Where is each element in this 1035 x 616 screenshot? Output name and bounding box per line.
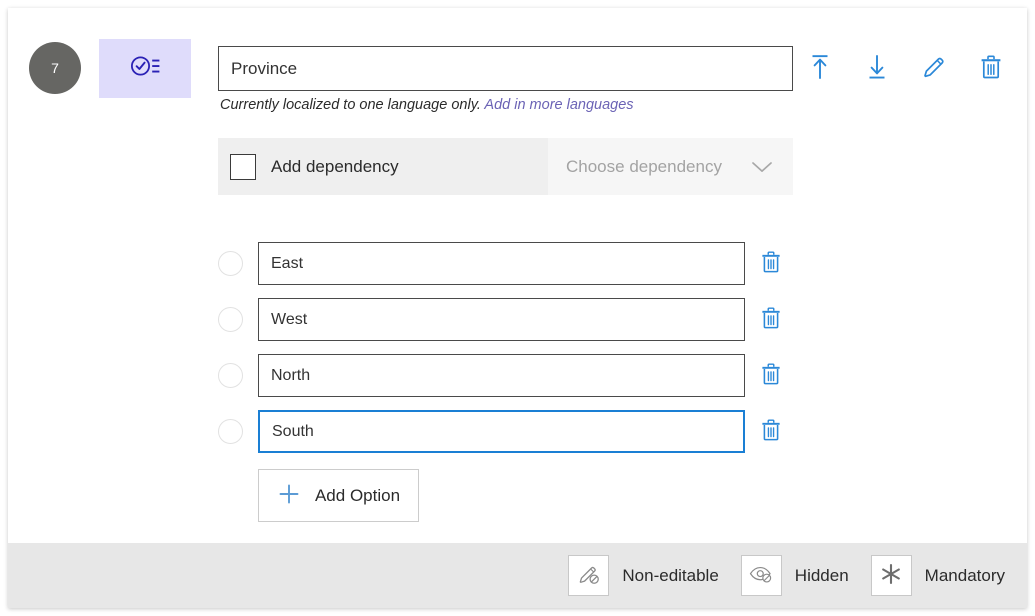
plus-icon: [277, 482, 301, 509]
mandatory-label: Mandatory: [924, 565, 1005, 585]
mandatory-button[interactable]: [870, 555, 912, 596]
non-editable-label: Non-editable: [622, 565, 719, 585]
delete-option-button[interactable]: [758, 417, 784, 447]
trash-icon: [760, 418, 782, 445]
eye-slash-icon: [749, 564, 773, 587]
localization-note-text: Currently localized to one language only…: [220, 97, 481, 113]
choose-dependency-placeholder: Choose dependency: [566, 156, 722, 176]
single-select-list-icon: [130, 55, 160, 82]
trash-icon: [760, 250, 782, 277]
field-actions-toolbar: [803, 50, 1008, 86]
add-languages-link[interactable]: Add in more languages: [484, 97, 633, 113]
option-radio[interactable]: [218, 419, 243, 444]
move-down-icon: [866, 53, 888, 84]
field-type-tile[interactable]: [99, 39, 191, 98]
non-editable-button[interactable]: [568, 555, 610, 596]
card-body: 7 Currently localized to one: [8, 8, 1027, 543]
option-row: [218, 242, 793, 285]
delete-option-button[interactable]: [758, 361, 784, 391]
option-row: [218, 354, 793, 397]
page-root: 7 Currently localized to one: [0, 0, 1035, 616]
add-option-label: Add Option: [314, 485, 401, 505]
option-radio[interactable]: [218, 251, 243, 276]
field-flags-footer: Non-editable Hidden Mandatory: [8, 543, 1027, 608]
add-dependency-checkbox[interactable]: [230, 153, 256, 180]
option-value-input[interactable]: [258, 298, 745, 341]
option-row: [218, 410, 793, 453]
add-option-button[interactable]: Add Option: [258, 469, 419, 522]
asterisk-icon: [879, 562, 903, 589]
hidden-label: Hidden: [794, 565, 849, 585]
delete-field-button[interactable]: [974, 51, 1008, 85]
option-value-input[interactable]: [258, 242, 745, 285]
options-list: [218, 242, 793, 466]
field-title-input[interactable]: [218, 46, 793, 91]
hidden-flag[interactable]: Hidden: [740, 555, 849, 596]
trash-icon: [760, 362, 782, 389]
edit-field-button[interactable]: [917, 51, 951, 85]
move-to-top-icon: [809, 53, 831, 84]
delete-trash-icon: [979, 54, 1003, 83]
option-radio[interactable]: [218, 307, 243, 332]
move-to-top-button[interactable]: [803, 51, 837, 85]
option-radio[interactable]: [218, 363, 243, 388]
field-order-number: 7: [51, 60, 59, 76]
field-editor-card: 7 Currently localized to one: [8, 8, 1027, 608]
option-value-input[interactable]: [258, 354, 745, 397]
option-value-input[interactable]: [258, 410, 745, 453]
move-down-button[interactable]: [860, 51, 894, 85]
delete-option-button[interactable]: [758, 305, 784, 335]
chevron-down-icon: [751, 160, 773, 173]
edit-pencil-icon: [921, 54, 947, 83]
dependency-row: Add dependency Choose dependency: [218, 138, 793, 195]
hidden-button[interactable]: [740, 555, 782, 596]
trash-icon: [760, 306, 782, 333]
non-editable-flag[interactable]: Non-editable: [568, 555, 719, 596]
option-row: [218, 298, 793, 341]
delete-option-button[interactable]: [758, 249, 784, 279]
mandatory-flag[interactable]: Mandatory: [870, 555, 1005, 596]
field-order-badge: 7: [29, 42, 81, 94]
choose-dependency-select[interactable]: Choose dependency: [548, 138, 793, 195]
pencil-slash-icon: [577, 562, 601, 589]
add-dependency-label: Add dependency: [271, 156, 399, 176]
localization-note: Currently localized to one language only…: [220, 97, 634, 113]
